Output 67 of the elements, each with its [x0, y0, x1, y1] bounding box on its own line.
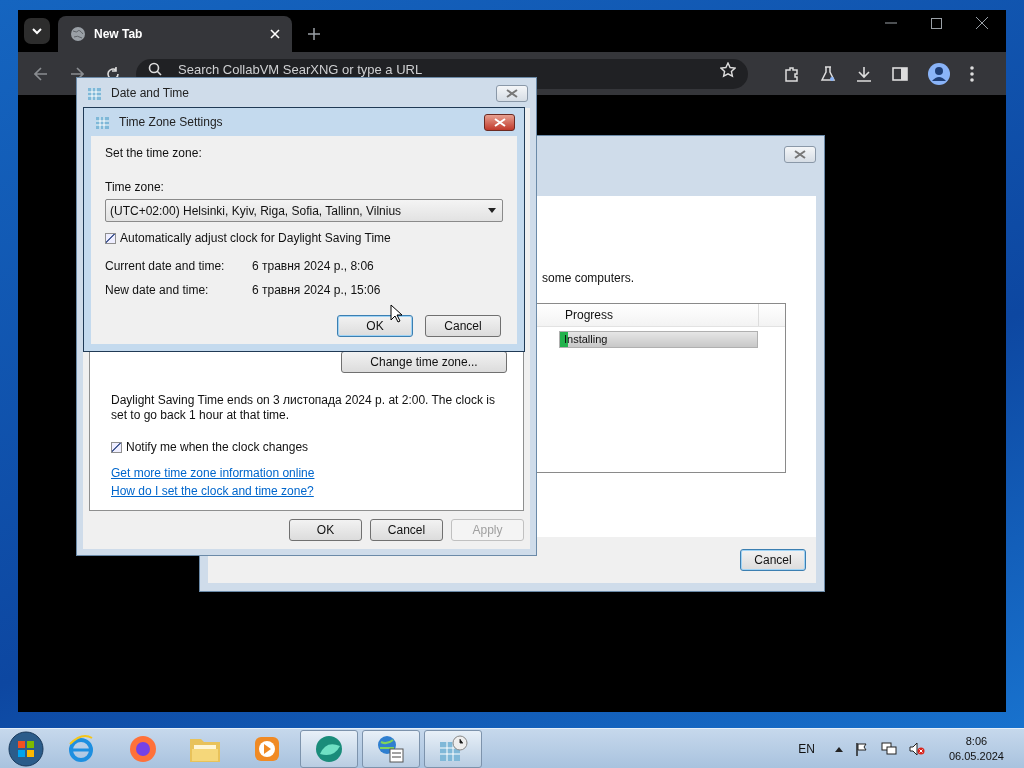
description-text: some computers.	[542, 271, 635, 285]
tab-search-button[interactable]	[24, 18, 50, 44]
taskbar-button[interactable]	[362, 730, 420, 768]
close-icon[interactable]	[976, 17, 988, 29]
search-icon	[148, 61, 162, 76]
cancel-button[interactable]: Cancel	[740, 549, 806, 571]
help-link[interactable]: How do I set the clock and time zone?	[111, 484, 314, 498]
taskbar-button[interactable]	[300, 730, 358, 768]
field-value: 6 травня 2024 р., 8:06	[252, 259, 374, 273]
notify-checkbox[interactable]: Notify me when the clock changes	[111, 440, 509, 454]
chevron-up-icon[interactable]	[834, 746, 843, 752]
dialog-button[interactable]: Cancel	[370, 519, 443, 541]
new-tab-icon[interactable]	[308, 28, 320, 40]
flask-icon[interactable]	[820, 65, 836, 82]
media-player-icon	[253, 735, 281, 763]
close-button[interactable]	[484, 113, 515, 131]
field-value: 6 травня 2024 р., 15:06	[252, 283, 381, 297]
close-icon	[506, 88, 518, 98]
muted-speaker-icon[interactable]	[908, 742, 925, 756]
field-label: New date and time:	[105, 283, 210, 297]
globe-checklist-icon	[376, 734, 406, 764]
time-zone-dropdown[interactable]: (UTC+02:00) Helsinki, Kyiv, Riga, Sofia, Tallinn, Vilnius	[105, 199, 503, 222]
dialog-button[interactable]: OK	[289, 519, 362, 541]
calendar-icon	[95, 114, 111, 130]
close-icon	[794, 150, 806, 159]
dialog-button[interactable]: OK	[337, 315, 413, 337]
extensions-icon[interactable]	[784, 65, 800, 82]
close-icon	[493, 117, 506, 127]
change-time-zone-button[interactable]: Change time zone...	[341, 351, 507, 373]
caret-icon	[31, 27, 43, 35]
checkbox-label: Automatically adjust clock for Daylight Saving Time	[120, 231, 391, 245]
sphere-icon	[314, 734, 344, 764]
window-title: Time Zone Settings	[119, 115, 223, 129]
language-indicator[interactable]: EN	[798, 742, 815, 756]
field-label: Time zone:	[105, 180, 165, 194]
browser-tab[interactable]: New Tab	[58, 16, 292, 52]
daylight-saving-text: Daylight Saving Time ends on 3 листопада 2024 р. at 2:00. The clock is set to go back 1 hour at that time.	[111, 393, 496, 423]
window-title: Date and Time	[111, 86, 190, 100]
start-button[interactable]	[8, 731, 44, 767]
profile-icon[interactable]	[928, 62, 950, 85]
clock-time[interactable]: 8:06	[965, 734, 988, 749]
flag-icon[interactable]	[854, 742, 869, 756]
field-label: Current date and time:	[105, 259, 226, 273]
star-icon[interactable]	[720, 61, 736, 78]
dialog-button[interactable]: Cancel	[425, 315, 501, 337]
menu-icon[interactable]	[970, 65, 974, 82]
firefox-icon	[128, 734, 158, 764]
column-header: Progress	[565, 304, 759, 326]
prompt-text: Set the time zone:	[105, 146, 203, 160]
calendar-clock-icon	[438, 734, 468, 764]
back-icon[interactable]	[34, 66, 48, 81]
calendar-icon	[87, 85, 103, 101]
network-icon[interactable]	[880, 742, 897, 756]
help-link[interactable]: Get more time zone information online	[111, 466, 315, 480]
checkbox[interactable]	[111, 441, 122, 453]
dropdown-arrow-icon	[488, 208, 496, 213]
auto-adjust-checkbox[interactable]: Automatically adjust clock for Daylight Saving Time	[105, 231, 503, 245]
side-panel-icon[interactable]	[892, 66, 908, 81]
taskbar-button[interactable]	[424, 730, 482, 768]
checkbox-label: Notify me when the clock changes	[126, 440, 309, 454]
globe-icon	[70, 26, 86, 42]
maximize-icon[interactable]	[931, 17, 942, 29]
checkbox[interactable]	[105, 232, 116, 244]
download-icon[interactable]	[856, 65, 872, 82]
ie-icon	[66, 734, 96, 764]
clock-date[interactable]: 06.05.2024	[948, 749, 1004, 764]
cursor-icon	[390, 304, 402, 323]
